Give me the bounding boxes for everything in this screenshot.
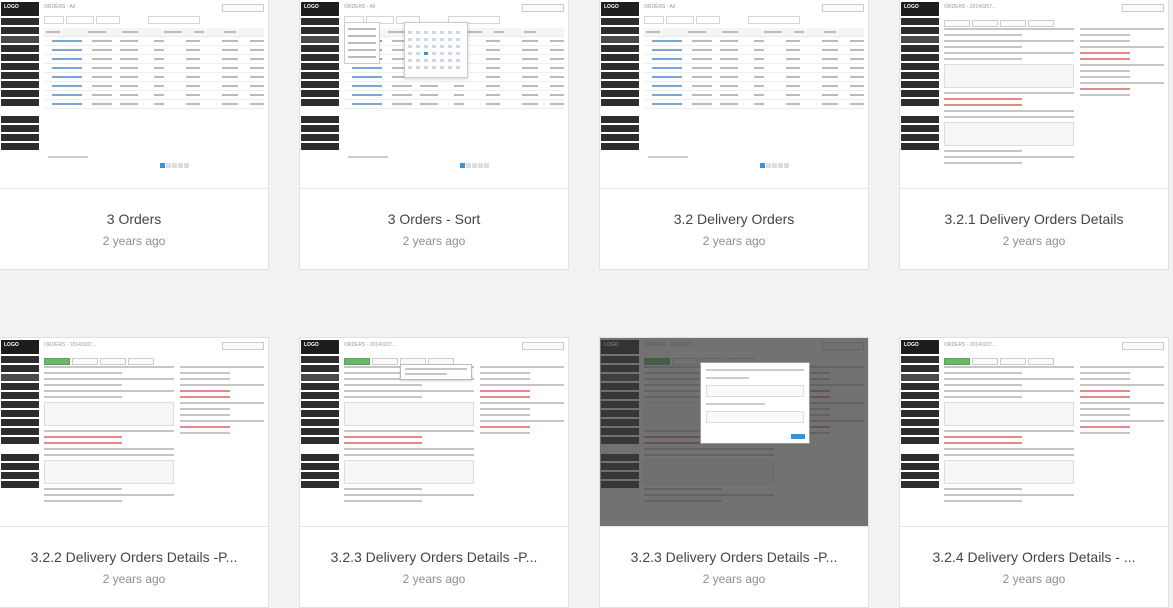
design-title[interactable]: 3 Orders - Sort bbox=[300, 211, 568, 227]
thumb-sidebar: LOGO bbox=[900, 0, 940, 188]
design-thumbnail[interactable]: LOGO ORDERS - All bbox=[300, 0, 568, 189]
design-date: 2 years ago bbox=[402, 234, 466, 248]
design-card[interactable]: LOGO ORDERS - 20140207... 3.2.2 Delivery O… bbox=[0, 337, 269, 608]
thumb-logo: LOGO bbox=[1, 2, 39, 16]
design-card[interactable]: LOGOORDERS - 20140207... 3.2.3 Delivery O… bbox=[599, 337, 869, 608]
design-title[interactable]: 3.2.4 Delivery Orders Details - ... bbox=[900, 549, 1168, 565]
design-date: 2 years ago bbox=[1002, 234, 1066, 248]
design-date: 2 years ago bbox=[102, 234, 166, 248]
thumb-sidebar: LOGO bbox=[600, 0, 640, 188]
design-date: 2 years ago bbox=[1002, 572, 1066, 586]
design-card[interactable]: LOGOORDERS - 20140207... 3.2.3 Delivery O… bbox=[299, 337, 569, 608]
thumb-logo: LOGO bbox=[1, 340, 39, 354]
thumb-logo: LOGO bbox=[301, 340, 339, 354]
design-thumbnail[interactable]: LOGOORDERS - 20140207... bbox=[0, 338, 268, 527]
thumb-sidebar: LOGO bbox=[0, 0, 40, 188]
design-date: 2 years ago bbox=[102, 572, 166, 586]
design-thumbnail[interactable]: LOGOORDERS - 20140207... bbox=[600, 338, 868, 527]
design-title[interactable]: 3.2.2 Delivery Orders Details -P... bbox=[0, 549, 268, 565]
design-card[interactable]: LOGO ORDERS - 20140207... 3.2.4 Delivery O… bbox=[899, 337, 1169, 608]
design-thumbnail[interactable]: LOGOORDERS - 20140207... bbox=[900, 0, 1168, 189]
design-date: 2 years ago bbox=[402, 572, 466, 586]
thumb-logo: LOGO bbox=[901, 2, 939, 16]
design-thumbnail[interactable]: LOGO ORDERS - All bbox=[600, 0, 868, 189]
design-date: 2 years ago bbox=[702, 234, 766, 248]
design-title[interactable]: 3.2.1 Delivery Orders Details bbox=[900, 211, 1168, 227]
thumb-sidebar: LOGO bbox=[900, 338, 940, 526]
thumb-sidebar: LOGO bbox=[300, 338, 340, 526]
design-title[interactable]: 3.2.3 Delivery Orders Details -P... bbox=[300, 549, 568, 565]
design-card[interactable]: LOGO ORDERS - All 3.2 Delivery Orders 2 yea… bbox=[599, 0, 869, 270]
design-thumbnail[interactable]: LOGOORDERS - 20140207... bbox=[900, 338, 1168, 527]
design-card[interactable]: LOGO ORDERS - All 3 Orders 2 years ago bbox=[0, 0, 269, 270]
design-thumbnail[interactable]: LOGOORDERS - 20140207... bbox=[300, 338, 568, 527]
thumb-sidebar: LOGO bbox=[300, 0, 340, 188]
design-title[interactable]: 3.2 Delivery Orders bbox=[600, 211, 868, 227]
thumb-logo: LOGO bbox=[301, 2, 339, 16]
design-date: 2 years ago bbox=[702, 572, 766, 586]
design-thumbnail[interactable]: LOGO ORDERS - All bbox=[0, 0, 268, 189]
thumb-logo: LOGO bbox=[601, 2, 639, 16]
design-title[interactable]: 3.2.3 Delivery Orders Details -P... bbox=[600, 549, 868, 565]
thumb-sidebar: LOGO bbox=[0, 338, 40, 526]
design-card[interactable]: LOGO ORDERS - 20140207... 3.2.1 Delivery O… bbox=[899, 0, 1169, 270]
design-title[interactable]: 3 Orders bbox=[0, 211, 268, 227]
thumb-logo: LOGO bbox=[901, 340, 939, 354]
design-card[interactable]: LOGO ORDERS - All 3 Orders - Sort 2 years a… bbox=[299, 0, 569, 270]
